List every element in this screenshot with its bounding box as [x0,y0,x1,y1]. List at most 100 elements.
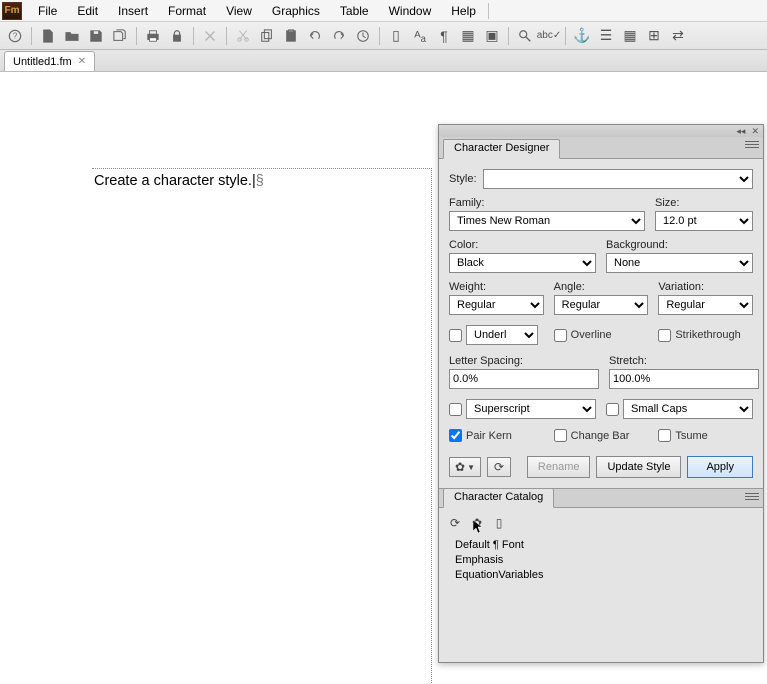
save-icon[interactable] [85,25,107,47]
catalog-item[interactable]: Emphasis [455,553,757,568]
borders-icon[interactable]: ▦ [619,25,641,47]
variation-select[interactable]: Regular [658,295,753,315]
collapse-panel-icon[interactable]: ◂◂ [736,126,745,137]
catalog-tab-bar: Character Catalog [439,488,763,508]
cut-icon[interactable] [232,25,254,47]
color-label: Color: [449,239,596,251]
marker-icon[interactable]: ⚓ [571,25,593,47]
anchor-frame-icon[interactable]: ▯ [385,25,407,47]
menu-bar: Fm File Edit Insert Format View Graphics… [0,0,767,22]
color-select[interactable]: Black [449,253,596,273]
menu-table[interactable]: Table [330,2,379,20]
new-file-icon[interactable] [37,25,59,47]
menu-separator [488,3,489,19]
panel-tab-bar: Character Designer [439,137,763,159]
options-icon[interactable]: ⇄ [667,25,689,47]
tab-character-catalog[interactable]: Character Catalog [443,488,554,508]
paste-icon[interactable] [280,25,302,47]
delete-icon[interactable] [199,25,221,47]
menu-file[interactable]: File [28,2,67,20]
tsume-checkbox[interactable] [658,429,671,442]
pairkern-label: Pair Kern [466,430,512,442]
family-label: Family: [449,197,645,209]
changebar-label: Change Bar [571,430,630,442]
help-icon[interactable]: ? [4,25,26,47]
weight-select[interactable]: Regular [449,295,544,315]
smallcaps-select[interactable]: Small Caps [623,399,753,419]
find-icon[interactable] [514,25,536,47]
close-tab-icon[interactable]: ✕ [78,56,86,67]
strikethrough-label: Strikethrough [675,329,740,341]
table-format-icon[interactable]: ▦ [457,25,479,47]
close-panel-icon[interactable]: ✕ [751,126,759,137]
catalog-delete-icon[interactable]: ▯ [489,514,509,532]
character-format-icon[interactable]: ᴬₐ [409,25,431,47]
document-text[interactable]: Create a character style.|§ [94,173,264,190]
catalog-item[interactable]: Default ¶ Font [455,538,757,553]
menu-format[interactable]: Format [158,2,216,20]
tab-character-designer[interactable]: Character Designer [443,139,560,159]
tsume-label: Tsume [675,430,707,442]
underline-checkbox[interactable] [449,329,462,342]
undo-icon[interactable] [304,25,326,47]
menu-insert[interactable]: Insert [108,2,158,20]
lock-icon[interactable] [166,25,188,47]
overline-label: Overline [571,329,612,341]
rename-button[interactable]: Rename [527,456,591,478]
menu-help[interactable]: Help [441,2,486,20]
grid-icon[interactable]: ⊞ [643,25,665,47]
background-select[interactable]: None [606,253,753,273]
refresh-button[interactable]: ⟳ [487,457,511,477]
catalog-options-icon[interactable]: ✿ [467,514,487,532]
superscript-checkbox[interactable] [449,403,462,416]
symbols-icon[interactable]: ☰ [595,25,617,47]
overline-field[interactable]: Overline [554,329,649,342]
spellcheck-icon[interactable]: abc✓ [538,25,560,47]
catalog-refresh-icon[interactable]: ⟳ [445,514,465,532]
smallcaps-checkbox[interactable] [606,403,619,416]
menu-graphics[interactable]: Graphics [262,2,330,20]
strikethrough-field[interactable]: Strikethrough [658,329,753,342]
catalog-style-list: Default ¶ Font Emphasis EquationVariable… [455,538,757,583]
underline-select[interactable]: Underline [466,325,538,345]
catalog-menu-icon[interactable] [745,493,759,503]
save-all-icon[interactable] [109,25,131,47]
commands-menu-button[interactable]: ✿▼ [449,457,481,477]
document-tab[interactable]: Untitled1.fm ✕ [4,51,95,71]
menu-window[interactable]: Window [379,2,442,20]
changebar-field[interactable]: Change Bar [554,429,649,442]
stretch-input[interactable] [609,369,759,389]
strikethrough-checkbox[interactable] [658,329,671,342]
changebar-checkbox[interactable] [554,429,567,442]
paragraph-format-icon[interactable]: ¶ [433,25,455,47]
overline-checkbox[interactable] [554,329,567,342]
object-format-icon[interactable]: ▣ [481,25,503,47]
copy-icon[interactable] [256,25,278,47]
svg-text:?: ? [13,31,18,40]
style-select[interactable] [483,169,753,189]
letterspacing-input[interactable] [449,369,599,389]
tsume-field[interactable]: Tsume [658,429,753,442]
superscript-select[interactable]: Superscript [466,399,596,419]
apply-button[interactable]: Apply [687,456,753,478]
panel-menu-icon[interactable] [745,141,759,151]
history-icon[interactable] [352,25,374,47]
menu-view[interactable]: View [216,2,262,20]
pilcrow-icon: § [256,173,264,189]
page-frame: Create a character style.|§ [92,168,432,683]
family-select[interactable]: Times New Roman [449,211,645,231]
app-icon: Fm [2,2,22,20]
pairkern-field[interactable]: Pair Kern [449,429,544,442]
menu-edit[interactable]: Edit [67,2,108,20]
size-select[interactable]: 12.0 pt [655,211,753,231]
open-folder-icon[interactable] [61,25,83,47]
pairkern-checkbox[interactable] [449,429,462,442]
letterspacing-label: Letter Spacing: [449,355,599,367]
redo-icon[interactable] [328,25,350,47]
toolbar: ? ▯ ᴬₐ ¶ ▦ ▣ abc✓ ⚓ ☰ ▦ ⊞ ⇄ [0,22,767,50]
catalog-item[interactable]: EquationVariables [455,568,757,583]
angle-select[interactable]: Regular [554,295,649,315]
update-style-button[interactable]: Update Style [596,456,681,478]
print-icon[interactable] [142,25,164,47]
background-label: Background: [606,239,753,251]
